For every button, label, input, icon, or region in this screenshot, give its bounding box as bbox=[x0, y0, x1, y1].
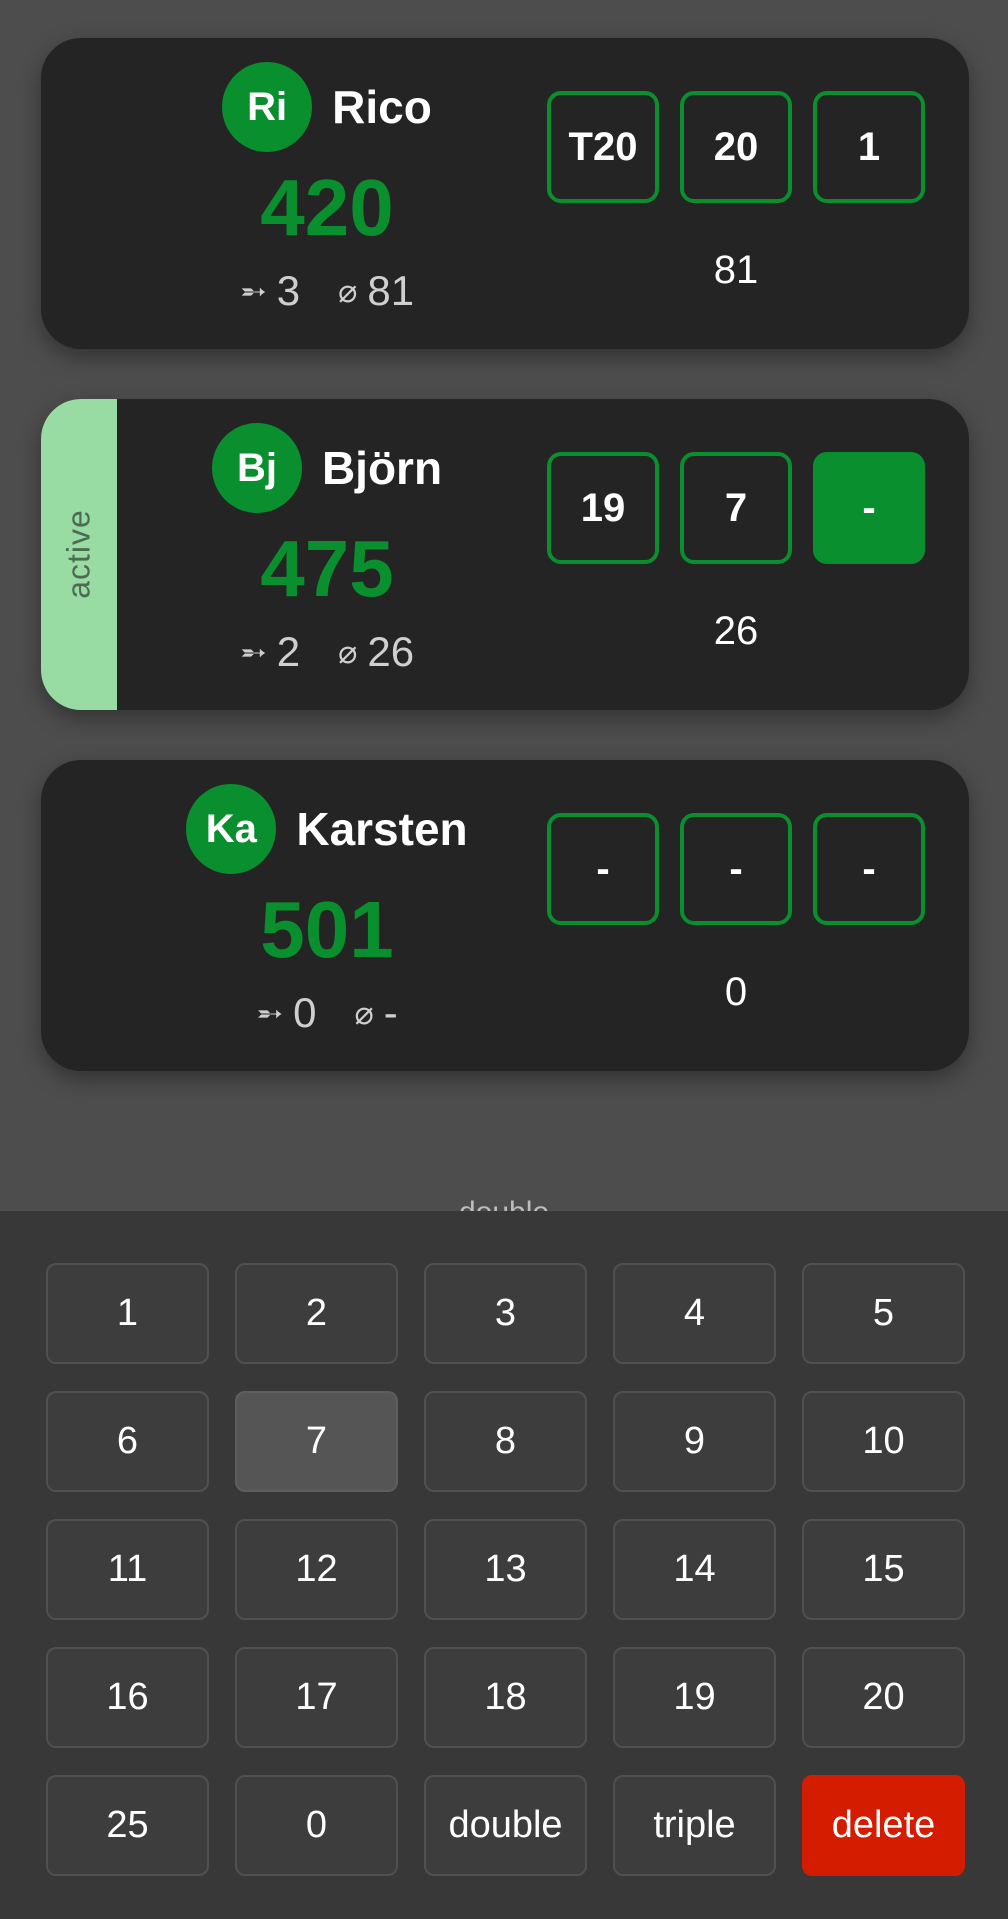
dart-arrow-icon: ➵ bbox=[256, 995, 284, 1031]
player-avatar: Bj bbox=[211, 423, 302, 513]
player-stats: ➵ 2 ⌀ 26 bbox=[117, 631, 537, 673]
active-label: active bbox=[60, 509, 97, 599]
player-avatar: Ka bbox=[186, 784, 277, 874]
score-keypad: 1 2 3 4 5 6 7 8 9 10 11 12 13 14 15 16 1… bbox=[0, 1211, 1008, 1919]
key-15[interactable]: 15 bbox=[802, 1519, 965, 1620]
throw-slot-2[interactable]: 20 bbox=[680, 91, 792, 203]
key-17[interactable]: 17 bbox=[235, 1647, 398, 1748]
key-8[interactable]: 8 bbox=[424, 1391, 587, 1492]
darts-thrown-value: 2 bbox=[276, 628, 301, 675]
double-button[interactable]: double bbox=[424, 1775, 587, 1876]
player-name: Björn bbox=[321, 442, 443, 494]
key-10[interactable]: 10 bbox=[802, 1391, 965, 1492]
player-name: Karsten bbox=[296, 803, 468, 855]
key-16[interactable]: 16 bbox=[46, 1647, 209, 1748]
key-25[interactable]: 25 bbox=[46, 1775, 209, 1876]
key-7[interactable]: 7 bbox=[235, 1391, 398, 1492]
round-total: 81 bbox=[713, 248, 759, 292]
app-root: Ri Rico 420 ➵ 3 ⌀ 81 T20 20 1 81 active … bbox=[0, 0, 1008, 1919]
throw-slot-1[interactable]: 19 bbox=[547, 452, 659, 564]
player-name-row: Ri Rico bbox=[117, 62, 537, 152]
player-score: 475 bbox=[260, 524, 394, 613]
delete-button[interactable]: delete bbox=[802, 1775, 965, 1876]
darts-thrown: ➵ 0 bbox=[256, 992, 316, 1034]
average-diameter-icon: ⌀ bbox=[354, 995, 374, 1031]
key-4[interactable]: 4 bbox=[613, 1263, 776, 1364]
throw-slot-3-current[interactable]: - bbox=[813, 452, 925, 564]
average-diameter-icon: ⌀ bbox=[338, 273, 358, 309]
player-stats: ➵ 0 ⌀ - bbox=[117, 992, 537, 1034]
key-19[interactable]: 19 bbox=[613, 1647, 776, 1748]
average-score: ⌀ - bbox=[354, 992, 397, 1034]
darts-thrown-value: 3 bbox=[276, 267, 301, 314]
throw-slot-3[interactable]: 1 bbox=[813, 91, 925, 203]
key-11[interactable]: 11 bbox=[46, 1519, 209, 1620]
key-14[interactable]: 14 bbox=[613, 1519, 776, 1620]
player-card-rico[interactable]: Ri Rico 420 ➵ 3 ⌀ 81 T20 20 1 81 bbox=[41, 38, 969, 349]
average-diameter-icon: ⌀ bbox=[338, 634, 358, 670]
player-card-bjorn[interactable]: active Bj Björn 475 ➵ 2 ⌀ 26 19 7 - 26 bbox=[41, 399, 969, 710]
throw-slot-1[interactable]: T20 bbox=[547, 91, 659, 203]
player-score: 501 bbox=[260, 885, 394, 974]
player-stats: ➵ 3 ⌀ 81 bbox=[117, 270, 537, 312]
key-6[interactable]: 6 bbox=[46, 1391, 209, 1492]
key-9[interactable]: 9 bbox=[613, 1391, 776, 1492]
player-name-row: Bj Björn bbox=[117, 423, 537, 513]
keypad-grid: 1 2 3 4 5 6 7 8 9 10 11 12 13 14 15 16 1… bbox=[46, 1263, 965, 1876]
dart-arrow-icon: ➵ bbox=[239, 634, 267, 670]
triple-button[interactable]: triple bbox=[613, 1775, 776, 1876]
average-score: ⌀ 26 bbox=[338, 631, 414, 673]
darts-thrown: ➵ 3 bbox=[240, 270, 300, 312]
key-13[interactable]: 13 bbox=[424, 1519, 587, 1620]
player-info: Ri Rico 420 ➵ 3 ⌀ 81 bbox=[117, 38, 537, 349]
key-5[interactable]: 5 bbox=[802, 1263, 965, 1364]
key-2[interactable]: 2 bbox=[235, 1263, 398, 1364]
average-score-value: 81 bbox=[367, 267, 415, 314]
key-20[interactable]: 20 bbox=[802, 1647, 965, 1748]
key-0[interactable]: 0 bbox=[235, 1775, 398, 1876]
average-score: ⌀ 81 bbox=[338, 270, 414, 312]
key-18[interactable]: 18 bbox=[424, 1647, 587, 1748]
throw-slot-1[interactable]: - bbox=[547, 813, 659, 925]
key-3[interactable]: 3 bbox=[424, 1263, 587, 1364]
active-indicator: active bbox=[41, 399, 117, 710]
throw-slots: - - - bbox=[547, 813, 925, 925]
player-avatar: Ri bbox=[222, 62, 313, 152]
player-info: Ka Karsten 501 ➵ 0 ⌀ - bbox=[117, 760, 537, 1071]
throw-slots: T20 20 1 bbox=[547, 91, 925, 203]
throw-slot-3[interactable]: - bbox=[813, 813, 925, 925]
key-12[interactable]: 12 bbox=[235, 1519, 398, 1620]
dart-arrow-icon: ➵ bbox=[239, 273, 267, 309]
player-card-karsten[interactable]: Ka Karsten 501 ➵ 0 ⌀ - - - - 0 bbox=[41, 760, 969, 1071]
player-name-row: Ka Karsten bbox=[117, 784, 537, 874]
throw-slot-2[interactable]: 7 bbox=[680, 452, 792, 564]
average-score-value: - bbox=[383, 989, 398, 1036]
darts-thrown: ➵ 2 bbox=[240, 631, 300, 673]
player-name: Rico bbox=[332, 81, 432, 133]
player-info: Bj Björn 475 ➵ 2 ⌀ 26 bbox=[117, 399, 537, 710]
average-score-value: 26 bbox=[367, 628, 415, 675]
darts-thrown-value: 0 bbox=[293, 989, 317, 1036]
player-score: 420 bbox=[260, 163, 394, 252]
throw-slots: 19 7 - bbox=[547, 452, 925, 564]
key-1[interactable]: 1 bbox=[46, 1263, 209, 1364]
throw-slot-2[interactable]: - bbox=[680, 813, 792, 925]
round-total: 0 bbox=[724, 970, 748, 1014]
round-total: 26 bbox=[713, 609, 759, 653]
